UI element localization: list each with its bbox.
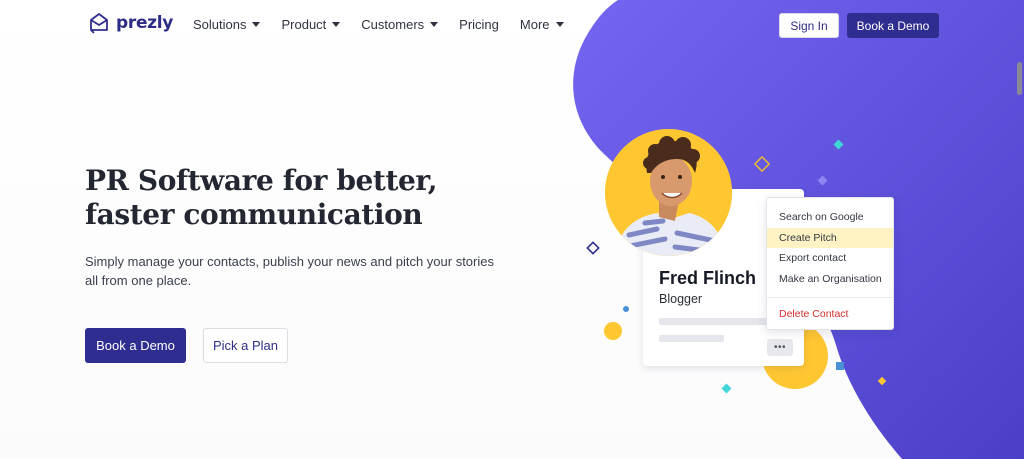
sign-in-button[interactable]: Sign In [779,13,839,38]
menu-item-export-contact[interactable]: Export contact [767,248,893,268]
page-scrollbar[interactable] [1017,62,1022,95]
menu-divider [767,297,893,298]
landing-page: prezly Solutions Product Customers Prici… [0,0,1024,459]
hero-subtitle: Simply manage your contacts, publish you… [85,254,494,288]
nav-book-demo-button[interactable]: Book a Demo [847,13,939,38]
avatar [605,129,732,256]
placeholder-line [659,335,724,342]
nav-item-product[interactable]: Product [281,17,341,32]
nav-item-label: Pricing [459,17,499,32]
person-portrait-icon [605,129,732,256]
caret-down-icon [332,22,341,27]
pick-plan-button[interactable]: Pick a Plan [203,328,288,363]
top-navigation: prezly Solutions Product Customers Prici… [0,0,1024,50]
envelope-logo-icon [90,13,108,34]
menu-item-delete-contact[interactable]: Delete Contact [767,304,893,324]
more-options-button[interactable]: ••• [767,339,793,356]
menu-item-make-organisation[interactable]: Make an Organisation [767,269,893,289]
menu-item-search-google[interactable]: Search on Google [767,207,893,227]
hero-title: PR Software for better, faster communica… [85,164,438,231]
caret-down-icon [430,22,439,27]
brand-logo[interactable]: prezly [88,12,173,34]
menu-item-create-pitch[interactable]: Create Pitch [767,228,893,248]
nav-item-label: Customers [361,17,425,32]
nav-item-pricing[interactable]: Pricing [459,17,499,32]
caret-down-icon [252,22,261,27]
caret-down-icon [555,22,564,27]
main-menu: Solutions Product Customers Pricing More [193,17,585,32]
nav-item-label: Solutions [193,17,247,32]
hero-book-demo-button[interactable]: Book a Demo [85,328,186,363]
contact-role: Blogger [659,292,703,306]
brand-name: prezly [116,13,174,33]
nav-item-customers[interactable]: Customers [361,17,439,32]
nav-item-more[interactable]: More [520,17,564,32]
contact-name: Fred Flinch [659,268,757,288]
nav-item-solutions[interactable]: Solutions [193,17,261,32]
nav-item-label: More [519,17,550,32]
contact-context-menu: Search on Google Create Pitch Export con… [766,197,894,330]
placeholder-line [659,318,779,325]
nav-item-label: Product [281,17,327,32]
